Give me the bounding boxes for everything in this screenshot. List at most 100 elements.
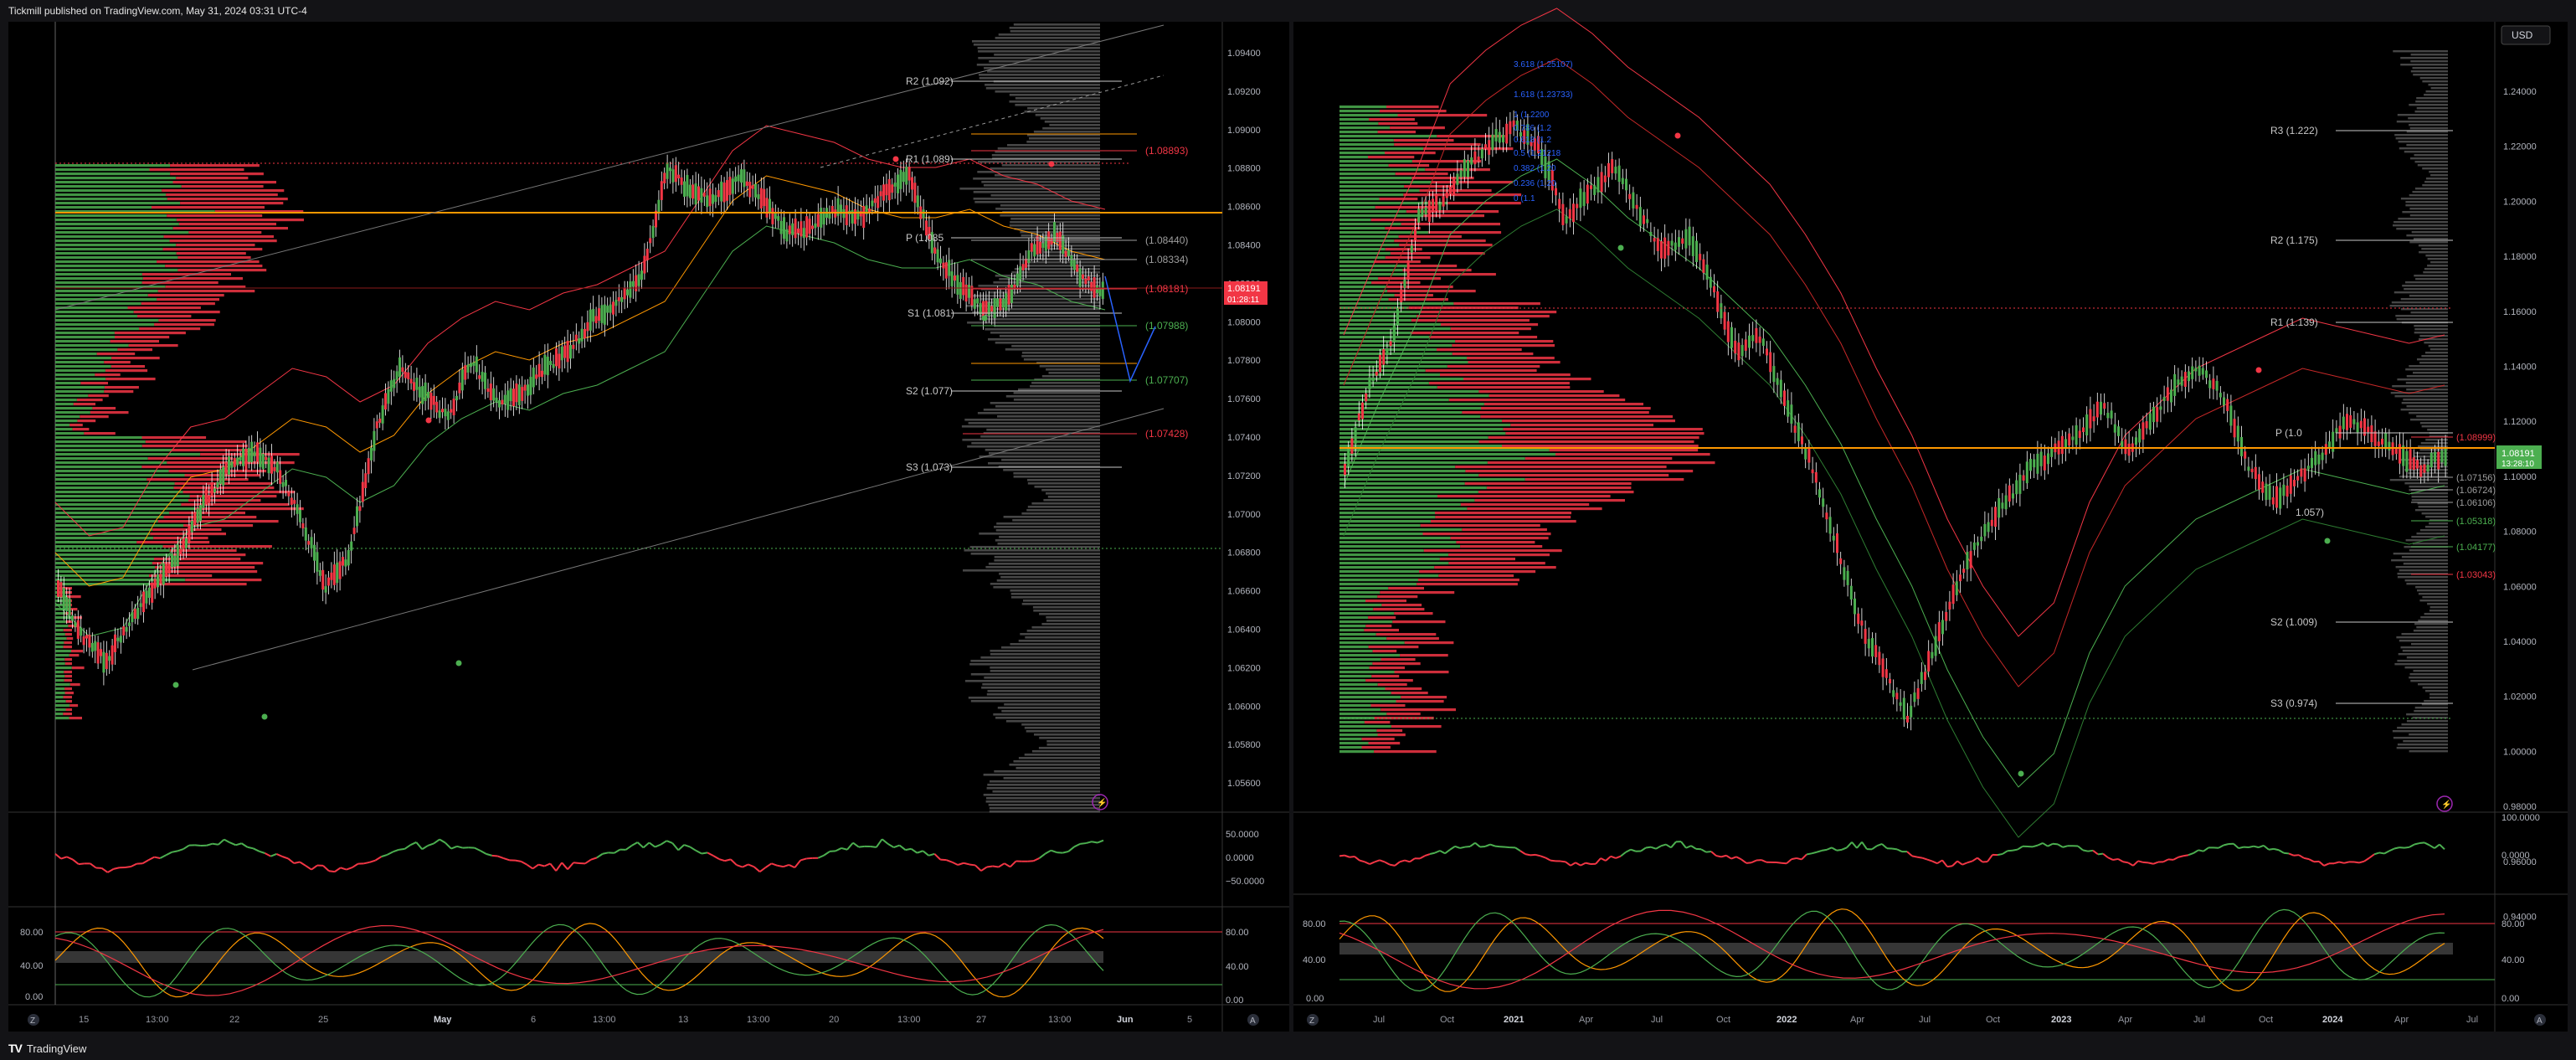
left-candle-body [816, 214, 820, 227]
left-candle-body [720, 181, 723, 202]
right-profile-bar [1339, 587, 1389, 590]
left-profile-bar [55, 277, 143, 280]
left-candle-body [669, 167, 671, 172]
right-candle-body [2110, 410, 2113, 419]
left-profile-bar [55, 495, 190, 498]
left-candle-body [171, 553, 173, 568]
right-profile-bar [1339, 105, 1386, 109]
left-vap-bar [1007, 144, 1100, 147]
left-profile-bar [55, 512, 170, 515]
left-candle-body [626, 289, 629, 296]
left-profile-bar [69, 704, 79, 708]
tradingview-brand[interactable]: TV TradingView [8, 1042, 86, 1055]
right-vap-bar [2395, 315, 2448, 317]
left-vap-bar [1011, 345, 1100, 347]
left-osc2-axis-80: 80.00 [1226, 928, 1249, 938]
right-candle-body [2142, 422, 2145, 440]
left-vap-bar [973, 191, 1100, 193]
left-candle-body [450, 409, 453, 413]
right-profile-bar [1339, 118, 1370, 121]
left-vap-bar [1039, 613, 1100, 615]
left-candle-body [358, 506, 362, 512]
left-candle-body [552, 363, 555, 368]
right-vap-bar [2429, 171, 2448, 173]
left-profile-bar [55, 386, 105, 389]
right-vap-bar [2424, 268, 2448, 270]
left-candle-body [1067, 250, 1070, 256]
right-vap-bar [2416, 97, 2448, 100]
right-candle-body [2103, 403, 2106, 409]
left-candle-body [1013, 284, 1016, 289]
right-candle-body [1962, 569, 1966, 574]
left-candle-body [748, 182, 752, 198]
right-vap-bar [2422, 596, 2448, 599]
right-vap-bar [2413, 238, 2448, 240]
left-candle-body [814, 223, 817, 229]
right-profile-bar [1339, 466, 1456, 469]
right-candle-body [1797, 422, 1800, 441]
left-vap-bar [989, 452, 1100, 455]
right-candle-body [1470, 157, 1473, 165]
left-candle-body [100, 649, 102, 656]
right-vap-bar [2406, 144, 2448, 147]
left-candle-body [737, 174, 740, 182]
right-vap-bar [2412, 543, 2448, 545]
left-candle-body [259, 447, 262, 467]
right-vap-bar [2397, 744, 2448, 746]
right-fib-label-8: 0 (1.1 [1514, 194, 1535, 203]
left-vap-bar [997, 147, 1100, 150]
left-vap-bar [995, 37, 1100, 39]
right-osc1-line [1339, 854, 1345, 857]
left-vap-bar [986, 693, 1100, 696]
left-vap-bar [970, 660, 1100, 662]
right-profile-bar [1339, 612, 1395, 615]
right-candle-body [1379, 354, 1381, 373]
left-candle-body [347, 550, 350, 566]
right-profile-bar [1339, 344, 1453, 347]
left-level-6-label: (1.07707) [1145, 374, 1188, 386]
right-candle-body [1681, 238, 1684, 244]
right-profile-bar [1339, 214, 1424, 218]
left-time-label-13: Jun [1117, 1015, 1134, 1025]
left-candle-body [108, 656, 111, 661]
left-profile-bar [159, 570, 258, 574]
left-candle-body [495, 397, 498, 403]
right-profile-bar [1431, 181, 1513, 184]
right-candle-body [1832, 535, 1835, 541]
left-profile-bar [55, 189, 162, 193]
right-vap-bar [2405, 201, 2448, 203]
right-profile-bar [1398, 235, 1462, 239]
right-profile-bar [1453, 302, 1540, 306]
left-time-label-5: 6 [531, 1015, 536, 1025]
chart-canvas[interactable]: R2 (1.092) R1 (1.089) P (1.085 S1 (1.081… [0, 0, 2576, 1060]
left-candle-body [1021, 264, 1025, 270]
right-time-label-7: Apr [1850, 1015, 1864, 1025]
right-vap-bar [2404, 151, 2448, 153]
left-osc1-line [78, 862, 85, 866]
left-vap-bar [999, 536, 1100, 538]
left-profile-bar [55, 290, 158, 293]
right-candle-body [2356, 422, 2359, 433]
left-candle-body [745, 181, 748, 186]
left-vap-bar [981, 687, 1100, 689]
right-candle-body [2092, 416, 2095, 422]
right-profile-bar [1394, 143, 1481, 147]
right-vap-bar [2414, 161, 2448, 163]
left-candle-body [1053, 222, 1056, 243]
right-profile-bar [1339, 708, 1381, 712]
right-profile-bar [1339, 591, 1381, 594]
right-vap-bar [2400, 409, 2448, 411]
left-candle-body [304, 527, 307, 541]
right-profile-bar [1488, 436, 1699, 440]
left-price-tick-3: 1.08800 [1227, 164, 1261, 174]
right-profile-bar [1467, 357, 1555, 360]
right-vap-bar [2421, 425, 2448, 428]
left-profile-bar [172, 227, 288, 230]
left-candle-body [389, 380, 393, 392]
left-vap-bar [989, 807, 1100, 810]
left-vap-bar [979, 455, 1100, 458]
left-profile-bar [63, 696, 72, 699]
left-candle-body [352, 527, 356, 534]
left-osc1-line [806, 857, 813, 860]
right-candle-body [1740, 344, 1744, 357]
